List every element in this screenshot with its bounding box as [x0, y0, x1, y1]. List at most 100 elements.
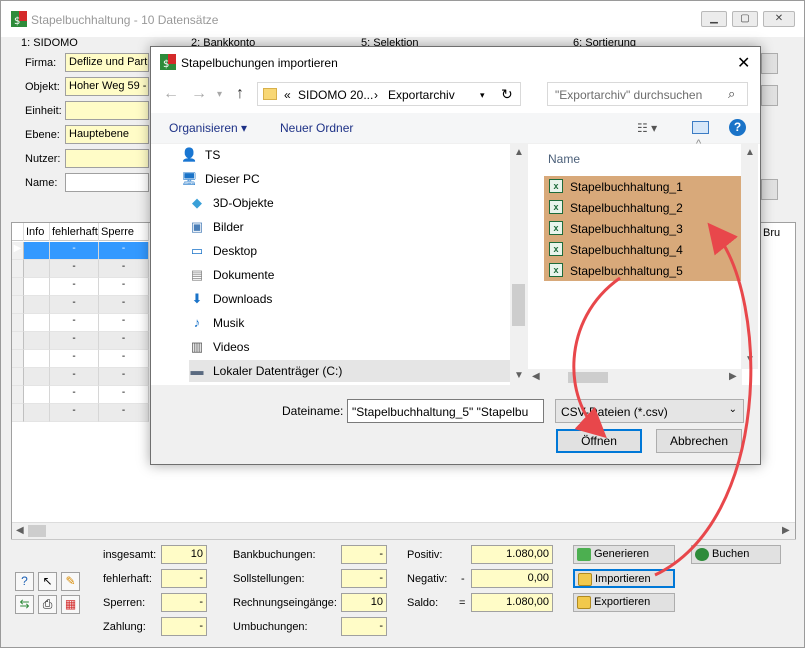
- tree-item[interactable]: ▥ Videos: [189, 336, 511, 358]
- column-name-header[interactable]: Name: [548, 152, 580, 166]
- pointer-icon[interactable]: ↖: [38, 572, 57, 591]
- breadcrumb-sidomo[interactable]: SIDOMO 20...: [298, 88, 373, 102]
- table-cell: -: [99, 260, 149, 278]
- scroll-thumb[interactable]: [28, 525, 46, 537]
- forward-icon[interactable]: →: [191, 85, 207, 103]
- scroll-left-icon[interactable]: ◀: [532, 371, 540, 382]
- tab-sidomo[interactable]: 1: SIDOMO: [21, 37, 78, 49]
- generieren-button[interactable]: Generieren: [573, 545, 675, 564]
- csv-file-icon: x: [549, 200, 563, 214]
- table-row[interactable]: --: [12, 332, 149, 350]
- scroll-thumb[interactable]: [512, 284, 525, 326]
- einheit-field[interactable]: [65, 101, 149, 120]
- close-button[interactable]: ✕: [763, 11, 795, 27]
- dialog-close-button[interactable]: ✕: [737, 53, 750, 73]
- printer-icon[interactable]: ⎙: [38, 595, 57, 614]
- right-panel-button[interactable]: [761, 85, 778, 106]
- refresh-icon[interactable]: ⇆: [15, 595, 34, 614]
- file-item[interactable]: x Stapelbuchhaltung_2: [544, 197, 758, 218]
- refresh-icon[interactable]: ↻: [501, 86, 513, 103]
- scroll-down-icon[interactable]: ▼: [745, 354, 755, 365]
- col-sperre[interactable]: Sperre: [99, 223, 149, 241]
- table-row[interactable]: --: [12, 314, 149, 332]
- col-info[interactable]: Info: [24, 223, 50, 241]
- search-icon[interactable]: ⌕: [728, 86, 735, 102]
- file-item[interactable]: x Stapelbuchhaltung_1: [544, 176, 758, 197]
- firma-field[interactable]: Deflize und Partr: [65, 53, 149, 72]
- col-fehlerhaft[interactable]: fehlerhaft: [50, 223, 99, 241]
- grid-horizontal-scrollbar[interactable]: ◀ ▶: [12, 522, 795, 539]
- grid-header: Info fehlerhaft Sperre: [12, 223, 149, 241]
- scroll-thumb[interactable]: [568, 372, 608, 383]
- right-panel-button[interactable]: [761, 53, 778, 74]
- breadcrumb-overflow[interactable]: «: [284, 88, 291, 102]
- right-panel-button[interactable]: [761, 179, 778, 200]
- search-input[interactable]: "Exportarchiv" durchsuchen ⌕: [547, 82, 748, 106]
- recent-dropdown-icon[interactable]: ▾: [217, 89, 222, 100]
- cancel-button[interactable]: Abbrechen: [656, 429, 742, 453]
- tree-item-label: Downloads: [213, 292, 273, 306]
- svg-text:$: $: [163, 59, 169, 70]
- table-row[interactable]: --: [12, 404, 149, 422]
- row-header: [12, 314, 24, 332]
- tree-item[interactable]: ▭ Desktop: [189, 240, 511, 262]
- file-item[interactable]: x Stapelbuchhaltung_4: [544, 239, 758, 260]
- preview-pane-icon[interactable]: [692, 121, 709, 134]
- up-icon[interactable]: ↑: [236, 85, 244, 103]
- tree-item[interactable]: ▤ Dokumente: [189, 264, 511, 286]
- tree-scrollbar[interactable]: ▲ ▼: [510, 144, 527, 385]
- address-dropdown-icon[interactable]: ▾: [480, 90, 485, 101]
- scroll-right-icon[interactable]: ▶: [782, 525, 790, 536]
- address-bar[interactable]: « SIDOMO 20... › Exportarchiv ▾ ↻: [257, 82, 521, 106]
- help-icon[interactable]: ?: [729, 119, 746, 136]
- table-row[interactable]: --: [12, 350, 149, 368]
- tree-item[interactable]: 🖥 Dieser PC: [181, 168, 511, 190]
- objekt-field[interactable]: Hoher Weg 59 -: [65, 77, 149, 96]
- table-cell: [24, 404, 50, 422]
- col-bru[interactable]: Bru: [763, 227, 780, 239]
- table-row[interactable]: --: [12, 296, 149, 314]
- tree-item[interactable]: ▬ Lokaler Datenträger (C:): [189, 360, 511, 382]
- buchen-button[interactable]: Buchen: [691, 545, 781, 564]
- scroll-up-icon[interactable]: ▲: [745, 147, 755, 158]
- name-field[interactable]: [65, 173, 149, 192]
- tree-item[interactable]: ◆ 3D-Objekte: [189, 192, 511, 214]
- scroll-left-icon[interactable]: ◀: [16, 525, 24, 536]
- table-row[interactable]: --: [12, 260, 149, 278]
- open-button[interactable]: Öffnen: [556, 429, 642, 453]
- table-row[interactable]: --: [12, 278, 149, 296]
- nutzer-field[interactable]: [65, 149, 149, 168]
- back-icon[interactable]: ←: [163, 85, 179, 103]
- pencil-icon[interactable]: ✎: [61, 572, 80, 591]
- tree-item[interactable]: ♪ Musik: [189, 312, 511, 334]
- new-folder-button[interactable]: Neuer Ordner: [280, 121, 353, 135]
- tree-item[interactable]: ▣ Bilder: [189, 216, 511, 238]
- file-item[interactable]: x Stapelbuchhaltung_3: [544, 218, 758, 239]
- table-row[interactable]: --: [12, 386, 149, 404]
- table-cell: -: [99, 332, 149, 350]
- table-row[interactable]: --: [12, 368, 149, 386]
- file-item[interactable]: x Stapelbuchhaltung_5: [544, 260, 758, 281]
- tree-item[interactable]: ⬇ Downloads: [189, 288, 511, 310]
- breadcrumb-exportarchiv[interactable]: Exportarchiv: [388, 88, 455, 102]
- filename-input[interactable]: "Stapelbuchhaltung_5" "Stapelbu: [347, 399, 544, 423]
- tree-item[interactable]: 👤 TS: [181, 144, 511, 166]
- search-placeholder: "Exportarchiv" durchsuchen: [555, 88, 703, 102]
- filetype-select[interactable]: CSV-Dateien (*.csv) ⌄: [555, 399, 744, 423]
- view-options-icon[interactable]: ☷ ▾: [637, 121, 657, 135]
- scroll-up-icon[interactable]: ▲: [514, 147, 524, 158]
- exportieren-button[interactable]: Exportieren: [573, 593, 675, 612]
- minimize-button[interactable]: ▁: [701, 11, 727, 27]
- grid-tool-icon[interactable]: ▦: [61, 595, 80, 614]
- help-icon[interactable]: ?: [15, 572, 34, 591]
- row-header: [12, 260, 24, 278]
- maximize-button[interactable]: ▢: [732, 11, 758, 27]
- file-list-horizontal-scrollbar[interactable]: ◀ ▶: [528, 369, 742, 386]
- file-list-vertical-scrollbar[interactable]: ▲ ▼: [741, 144, 758, 369]
- importieren-button[interactable]: Importieren: [573, 569, 675, 588]
- scroll-right-icon[interactable]: ▶: [729, 371, 737, 382]
- organize-menu[interactable]: Organisieren ▾: [169, 121, 247, 135]
- table-row[interactable]: ▶ - -: [12, 242, 149, 260]
- scroll-down-icon[interactable]: ▼: [514, 370, 524, 381]
- ebene-field[interactable]: Hauptebene: [65, 125, 149, 144]
